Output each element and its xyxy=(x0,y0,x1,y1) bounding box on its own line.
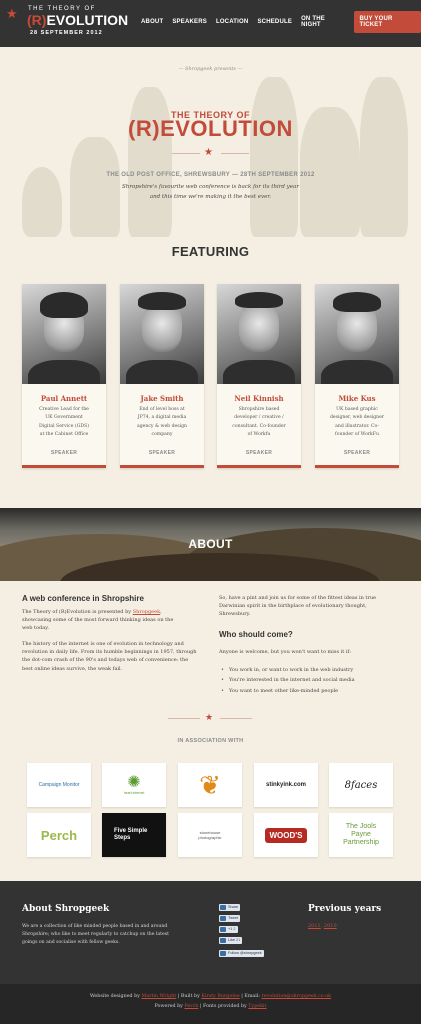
credits-line: Powered by Perch | Fonts provided by Typ… xyxy=(154,1004,267,1009)
previous-years-links: 2011, 2010 xyxy=(308,923,337,929)
logo-date: 28 SEPTEMBER 2012 xyxy=(30,30,103,36)
divider-line xyxy=(172,153,200,154)
speaker-role: SPEAKER xyxy=(50,450,78,456)
tweet-button[interactable]: Tweet xyxy=(219,915,241,922)
speaker-role: SPEAKER xyxy=(148,450,176,456)
about-paragraph: The Theory of (R)Evolution is presented … xyxy=(22,609,174,632)
speaker-bio: Creative Lead for the UK Government Digita… xyxy=(38,407,90,437)
speaker-name: Mike Kus xyxy=(338,394,376,403)
buy-ticket-button[interactable]: BUY YOUR TICKET xyxy=(354,11,421,33)
presents-text: — Shropgeek presents — xyxy=(178,66,243,72)
email-link[interactable]: revolution@shropgeek.co.uk xyxy=(262,994,332,999)
divider-line xyxy=(168,718,200,719)
speaker-name: Neil Kinnish xyxy=(234,394,284,403)
leaf-icon: ❦ xyxy=(199,770,221,800)
speaker-photo xyxy=(217,284,301,384)
perch-link[interactable]: Perch xyxy=(184,1004,198,1009)
hero-venue: THE OLD POST OFFICE, SHREWSBURY — 28TH S… xyxy=(106,172,315,178)
sponsor-heart-internet[interactable]: ✺ heart internet xyxy=(102,763,166,807)
speaker-card[interactable]: Neil Kinnish Shropshire based developer /… xyxy=(217,284,301,468)
typekit-link[interactable]: Typekit xyxy=(248,1004,266,1009)
footer-about-text: We are a collection of like minded peopl… xyxy=(22,924,169,945)
previous-years-heading: Previous years xyxy=(308,904,382,914)
share-button[interactable]: Share xyxy=(219,904,241,911)
logo-r: (R) xyxy=(27,12,47,28)
sponsor-jools-payne[interactable]: The Jools Payne Partnership xyxy=(329,813,393,857)
star-icon: ★ xyxy=(204,147,213,158)
year-2010-link[interactable]: 2010 xyxy=(324,923,337,929)
hero-title-line2: (R)EVOLUTION xyxy=(128,116,293,141)
who-intro: Anyone is welcome, but you won't want to… xyxy=(219,649,351,655)
speaker-photo xyxy=(120,284,204,384)
footer-about-heading: About Shropgeek xyxy=(22,904,110,914)
about-paragraph: So, have a pint and join us for some of … xyxy=(219,595,377,618)
nav-location[interactable]: LOCATION xyxy=(216,19,249,25)
site-header: ★ THE THEORY OF (R)EVOLUTION 28 SEPTEMBE… xyxy=(0,0,421,47)
about-paragraph: The history of the internet is one of ev… xyxy=(22,641,197,672)
nav-speakers[interactable]: SPEAKERS xyxy=(172,19,207,25)
divider-line xyxy=(220,718,252,719)
list-item: You work in, or want to work in the web … xyxy=(221,667,353,673)
like-button[interactable]: Like 21 xyxy=(219,937,243,944)
divider-line xyxy=(221,153,249,154)
designer-link[interactable]: Martin Wright xyxy=(141,994,176,999)
nav-on-the-night[interactable]: ON THE NIGHT xyxy=(301,16,345,28)
year-2011-link[interactable]: 2011 xyxy=(308,923,321,929)
nav-schedule[interactable]: SCHEDULE xyxy=(257,19,292,25)
builder-link[interactable]: Kirsty Burgoine xyxy=(201,994,239,999)
speaker-name: Paul Annett xyxy=(40,394,88,403)
star-icon: ★ xyxy=(205,713,214,723)
sponsor-stonehouse[interactable]: stonehouse photographic xyxy=(178,813,242,857)
sponsor-five-simple-steps[interactable]: Five Simple Steps xyxy=(102,813,166,857)
speaker-card[interactable]: Jake Smith End of level boss at JP74, a d… xyxy=(120,284,204,468)
speaker-card[interactable]: Mike Kus UK based graphic designer, web d… xyxy=(315,284,399,468)
speaker-bio: UK based graphic designer, web designer an… xyxy=(329,407,385,437)
list-item: You're interested in the internet and so… xyxy=(221,677,355,683)
sponsor-leaf[interactable]: ❦ xyxy=(178,763,242,807)
sponsor-stinkyink[interactable]: stinkyink.com xyxy=(254,763,318,807)
logo-rest: EVOLUTION xyxy=(46,12,129,28)
follow-button[interactable]: Follow @shropgeek xyxy=(219,950,264,957)
about-title: ABOUT xyxy=(188,537,233,551)
speaker-role: SPEAKER xyxy=(245,450,273,456)
sponsors-title: IN ASSOCIATION WITH xyxy=(177,738,244,744)
sponsor-woods[interactable]: WOOD'S xyxy=(254,813,318,857)
main-nav: ABOUT SPEAKERS LOCATION SCHEDULE ON THE … xyxy=(141,11,421,33)
logo[interactable]: (R)EVOLUTION xyxy=(27,12,128,28)
sponsor-8faces[interactable]: 8faces xyxy=(329,763,393,807)
sponsor-perch[interactable]: Perch xyxy=(27,813,91,857)
who-heading: Who should come? xyxy=(219,630,293,639)
list-item: You want to meet other like-minded peopl… xyxy=(221,688,338,694)
speaker-card[interactable]: Paul Annett Creative Lead for the UK Gove… xyxy=(22,284,106,468)
sponsor-campaign-monitor[interactable]: Campaign Monitor xyxy=(27,763,91,807)
nav-about[interactable]: ABOUT xyxy=(141,19,163,25)
star-icon: ★ xyxy=(6,7,18,22)
speaker-name: Jake Smith xyxy=(140,394,184,403)
speaker-role: SPEAKER xyxy=(343,450,371,456)
hero-description: Shropshire's favourite web conference is… xyxy=(122,184,299,190)
speaker-photo xyxy=(315,284,399,384)
speaker-bio: End of level boss at JP74, a digital medi… xyxy=(137,407,187,437)
speaker-photo xyxy=(22,284,106,384)
hero-description: and this time we're making it the best e… xyxy=(149,194,272,200)
featuring-title: FEATURING xyxy=(171,244,250,259)
speaker-bio: Shropshire based developer / creative / co… xyxy=(232,407,286,437)
shropgeek-link[interactable]: Shropgeek xyxy=(133,609,160,615)
about-heading: A web conference in Shropshire xyxy=(22,594,144,603)
plusone-button[interactable]: +1 2 xyxy=(219,926,238,933)
credits-line: Website designed by Martin Wright | Buil… xyxy=(89,994,332,999)
